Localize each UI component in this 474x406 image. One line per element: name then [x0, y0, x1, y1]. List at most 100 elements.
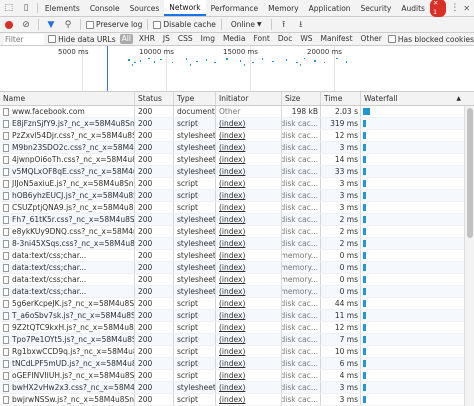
request-name-cell[interactable]: T_a6oSbv7sk.js?_nc_x=58M4u8SnXVo — [0, 310, 135, 321]
request-name-cell[interactable]: data:text/css;char... — [0, 250, 135, 261]
request-initiator[interactable]: (index) — [219, 287, 245, 296]
filter-type-all[interactable]: All — [119, 34, 133, 44]
request-initiator-cell[interactable]: (index) — [216, 382, 282, 393]
column-header-waterfall[interactable]: Waterfall ▲ — [361, 92, 464, 105]
request-name-cell[interactable]: 4jwnpOi6oTh.css?_nc_x=58M4u8SnXVo — [0, 154, 135, 165]
request-name-cell[interactable]: JIJoN5axiuE.js?_nc_x=58M4u8SnXVo — [0, 178, 135, 189]
request-initiator-cell[interactable]: (index) — [216, 142, 282, 153]
table-row[interactable]: T_a6oSbv7sk.js?_nc_x=58M4u8SnXVo200scrip… — [0, 310, 464, 322]
table-scrollbar[interactable] — [464, 106, 474, 406]
checkbox-box[interactable] — [86, 20, 94, 29]
request-initiator-cell[interactable]: (index) — [216, 226, 282, 237]
request-initiator[interactable]: (index) — [219, 347, 245, 356]
checkbox-box[interactable] — [387, 35, 396, 43]
table-row[interactable]: Tpo7Pe1OYt5.js?_nc_x=58M4u8SnXVo200scrip… — [0, 334, 464, 346]
table-row[interactable]: tNCdLPF5mUD.js?_nc_x=58M4u8SnXVo200scrip… — [0, 358, 464, 370]
tab-elements[interactable]: Elements — [40, 0, 85, 16]
filter-type-ws[interactable]: WS — [298, 34, 314, 44]
request-initiator-cell[interactable]: (index) — [216, 346, 282, 357]
request-initiator-cell[interactable]: (index) — [216, 358, 282, 369]
table-row[interactable]: www.facebook.com 200 document Other 198 kB 2.… — [0, 106, 464, 118]
search-button[interactable]: ⚲ — [61, 18, 75, 32]
column-header-time[interactable]: Time — [321, 92, 361, 105]
tab-network[interactable]: Network — [164, 0, 206, 16]
request-name-cell[interactable]: data:text/css;char... — [0, 262, 135, 273]
request-initiator-cell[interactable]: (index) — [216, 370, 282, 381]
table-row[interactable]: 4jwnpOi6oTh.css?_nc_x=58M4u8SnXVo200styl… — [0, 154, 464, 166]
request-initiator[interactable]: (index) — [219, 239, 245, 248]
request-initiator[interactable]: (index) — [219, 275, 245, 284]
tab-sources[interactable]: Sources — [125, 0, 165, 16]
table-row[interactable]: JIJoN5axiuE.js?_nc_x=58M4u8SnXVo 200 scrip… — [0, 178, 464, 190]
tab-console[interactable]: Console — [85, 0, 125, 16]
request-initiator-cell[interactable]: (index) — [216, 118, 282, 129]
table-row[interactable]: PzZxvl54Djr.css?_nc_x=58M4u8SnXVo200styl… — [0, 130, 464, 142]
request-name-cell[interactable]: www.facebook.com — [0, 106, 135, 117]
hide-data-urls-checkbox[interactable]: Hide data URLs — [48, 35, 116, 44]
filter-type-media[interactable]: Media — [221, 34, 248, 44]
has-blocked-cookies-checkbox[interactable]: Has blocked cookies — [387, 35, 474, 44]
request-initiator[interactable]: (index) — [219, 167, 245, 176]
checkbox-box[interactable] — [153, 20, 162, 29]
table-row[interactable]: M9bn23SDO2c.css?_nc_x=58M4u8SnXVo200styl… — [0, 142, 464, 154]
request-name-cell[interactable]: e8ykKUy9DNQ.css?_nc_x=58M4u8SnXVo — [0, 226, 135, 237]
filter-type-css[interactable]: CSS — [176, 34, 195, 44]
request-initiator-cell[interactable]: (index) — [216, 154, 282, 165]
column-header-size[interactable]: Size — [282, 92, 321, 105]
table-row[interactable]: Rg1bxwCCD9q.js?_nc_x=58M4u8SnXVo200scrip… — [0, 346, 464, 358]
table-row[interactable]: 5g6erKcpeJK.js?_nc_x=58M4u8SnXVo200scrip… — [0, 298, 464, 310]
request-name-cell[interactable]: M9bn23SDO2c.css?_nc_x=58M4u8SnXVo — [0, 142, 135, 153]
checkbox-box[interactable] — [48, 35, 57, 43]
preserve-log-checkbox[interactable]: Preserve log — [86, 20, 142, 29]
request-initiator-cell[interactable]: (index) — [216, 322, 282, 333]
table-row[interactable]: bwjrwNSSw.js?_nc_x=58M4u8SnXVo 200 script(… — [0, 394, 464, 406]
request-initiator-cell[interactable]: (index) — [216, 250, 282, 261]
request-initiator-cell[interactable]: (index) — [216, 334, 282, 345]
tab-application[interactable]: Application — [304, 0, 356, 16]
request-initiator[interactable]: (index) — [219, 155, 245, 164]
request-initiator[interactable]: (index) — [219, 179, 245, 188]
request-name-cell[interactable]: Rg1bxwCCD9q.js?_nc_x=58M4u8SnXVo — [0, 346, 135, 357]
request-initiator[interactable]: (index) — [219, 359, 245, 368]
table-row[interactable]: 8-3ni45XSqs.css?_nc_x=58M4u8SnXVo200styl… — [0, 238, 464, 250]
request-initiator[interactable]: (index) — [219, 395, 245, 404]
filter-type-xhr[interactable]: XHR — [137, 34, 157, 44]
table-row[interactable]: e8ykKUy9DNQ.css?_nc_x=58M4u8SnXVo200styl… — [0, 226, 464, 238]
request-initiator-cell[interactable]: (index) — [216, 394, 282, 405]
request-name-cell[interactable]: Fh7_61tK5r.css?_nc_x=58M4u8SnXVo — [0, 214, 135, 225]
request-initiator-cell[interactable]: (index) — [216, 286, 282, 297]
table-row[interactable]: v5MQLxOF8qE.css?_nc_x=58M4u8SnXVo200styl… — [0, 166, 464, 178]
request-initiator-cell[interactable]: (index) — [216, 262, 282, 273]
request-name-cell[interactable]: tNCdLPF5mUD.js?_nc_x=58M4u8SnXVo — [0, 358, 135, 369]
request-name-cell[interactable]: Tpo7Pe1OYt5.js?_nc_x=58M4u8SnXVo — [0, 334, 135, 345]
throttling-select[interactable]: Online ▼ — [227, 20, 266, 29]
scrollbar-thumb[interactable] — [467, 108, 473, 238]
table-row[interactable]: CSUZptjQNA9.js?_nc_x=58M4u8SnXVo200scrip… — [0, 202, 464, 214]
request-name-cell[interactable]: bwjrwNSSw.js?_nc_x=58M4u8SnXVo — [0, 394, 135, 405]
filter-button[interactable]: ▼ — [44, 18, 58, 32]
table-row[interactable]: data:text/css;char... 200 stylesheet (index… — [0, 286, 464, 298]
record-button[interactable] — [2, 18, 16, 32]
request-initiator[interactable]: (index) — [219, 371, 245, 380]
tab-performance[interactable]: Performance — [206, 0, 264, 16]
request-initiator[interactable]: (index) — [219, 251, 245, 260]
request-initiator-cell[interactable]: (index) — [216, 130, 282, 141]
table-row[interactable]: data:text/css;char... 200 stylesheet (index… — [0, 274, 464, 286]
more-options-icon[interactable]: ⋮ — [450, 3, 459, 13]
request-initiator-cell[interactable]: (index) — [216, 190, 282, 201]
request-initiator[interactable]: (index) — [219, 335, 245, 344]
filter-input[interactable]: Filter — [4, 33, 45, 45]
column-header-name[interactable]: Name — [0, 92, 135, 105]
filter-type-js[interactable]: JS — [161, 34, 172, 44]
tab-audits[interactable]: Audits — [396, 0, 430, 16]
disable-cache-checkbox[interactable]: Disable cache — [153, 20, 216, 29]
column-header-status[interactable]: Status — [135, 92, 174, 105]
request-name-cell[interactable]: 5g6erKcpeJK.js?_nc_x=58M4u8SnXVo — [0, 298, 135, 309]
filter-type-img[interactable]: Img — [199, 34, 217, 44]
request-initiator[interactable]: (index) — [219, 383, 245, 392]
inspect-element-icon[interactable]: ⬚ — [0, 0, 17, 16]
request-initiator-cell[interactable]: (index) — [216, 214, 282, 225]
request-name-cell[interactable]: E8jFznSjfY9.js?_nc_x=58M4u8SnXVo — [0, 118, 135, 129]
request-name-cell[interactable]: v5MQLxOF8qE.css?_nc_x=58M4u8SnXVo — [0, 166, 135, 177]
request-name-cell[interactable]: PzZxvl54Djr.css?_nc_x=58M4u8SnXVo — [0, 130, 135, 141]
